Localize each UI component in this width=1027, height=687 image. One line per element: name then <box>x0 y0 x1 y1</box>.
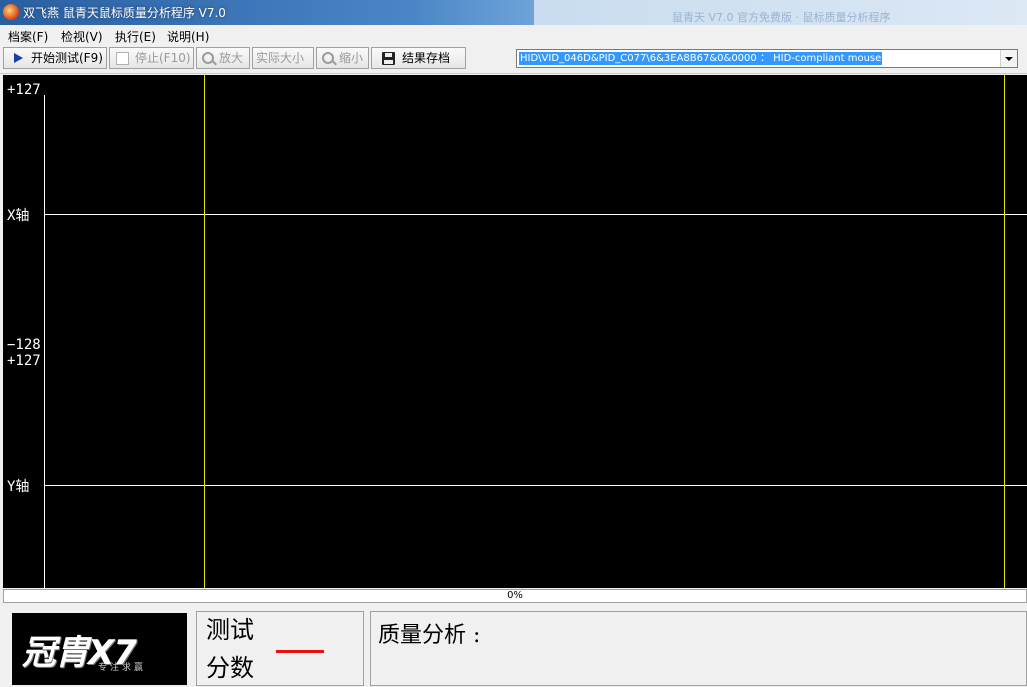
score-label-line1: 测试 <box>206 616 254 644</box>
device-selected-text: HID\VID_046D&PID_C077\6&3EA8B67&0&0000 ：… <box>519 52 883 65</box>
start-test-label: 开始测试(F9) <box>31 51 103 65</box>
stop-label: 停止(F10) <box>135 51 191 65</box>
score-label-line2: 分数 <box>206 654 254 682</box>
x-axis-label: X轴 <box>7 208 30 224</box>
test-progress-bar: 0% <box>3 589 1027 603</box>
y-axis-label: Y轴 <box>7 479 30 495</box>
actual-size-button[interactable]: 实际大小 <box>252 47 314 69</box>
progress-percent: 0% <box>507 590 523 601</box>
stop-checkbox-icon <box>116 52 129 65</box>
save-result-button[interactable]: 结果存档 <box>371 47 466 69</box>
zoom-in-label: 放大 <box>219 51 244 65</box>
chevron-down-icon[interactable] <box>1000 50 1017 67</box>
actual-size-label: 实际大小 <box>256 51 305 65</box>
floppy-disk-icon <box>382 52 395 65</box>
menu-bar: 档案(F) 检视(V) 执行(E) 说明(H) <box>0 25 1027 44</box>
zoom-in-icon <box>202 52 214 64</box>
brand-logo: 冠胄X7 专注求赢 <box>12 613 187 685</box>
chart-canvas <box>44 75 1027 588</box>
x-axis-top-label: +127 <box>7 82 41 98</box>
score-value-indicator <box>276 650 324 653</box>
stop-button[interactable]: 停止(F10) <box>109 47 194 69</box>
x-axis-bottom-label: −128 <box>7 337 41 353</box>
app-icon <box>3 4 19 20</box>
motion-chart[interactable]: +127 X轴 −128 +127 Y轴 <box>3 75 1027 588</box>
y-axis-top-label: +127 <box>7 353 41 369</box>
zoom-out-icon <box>322 52 334 64</box>
brand-slogan: 专注求赢 <box>98 663 147 673</box>
menu-run[interactable]: 执行(E) <box>115 28 156 45</box>
quality-analysis-label: 质量分析 : <box>378 623 481 648</box>
start-test-button[interactable]: 开始测试(F9) <box>3 47 107 69</box>
background-window-text: 鼠青天 V7.0 官方免费版 · 鼠标质量分析程序 <box>672 11 891 24</box>
zoom-out-button[interactable]: 缩小 <box>316 47 369 69</box>
device-select[interactable]: HID\VID_046D&PID_C077\6&3EA8B67&0&0000 ：… <box>516 49 1018 68</box>
menu-file[interactable]: 档案(F) <box>8 28 48 45</box>
menu-help[interactable]: 说明(H) <box>167 28 209 45</box>
window-title: 双飞燕 鼠青天鼠标质量分析程序 V7.0 <box>23 6 226 20</box>
title-bar[interactable]: 双飞燕 鼠青天鼠标质量分析程序 V7.0 鼠青天 V7.0 官方免费版 · 鼠标… <box>0 0 1027 25</box>
menu-view[interactable]: 检视(V) <box>61 28 103 45</box>
zoom-in-button[interactable]: 放大 <box>196 47 250 69</box>
zoom-out-label: 缩小 <box>339 51 364 65</box>
play-icon <box>14 53 23 63</box>
save-result-label: 结果存档 <box>402 51 451 65</box>
